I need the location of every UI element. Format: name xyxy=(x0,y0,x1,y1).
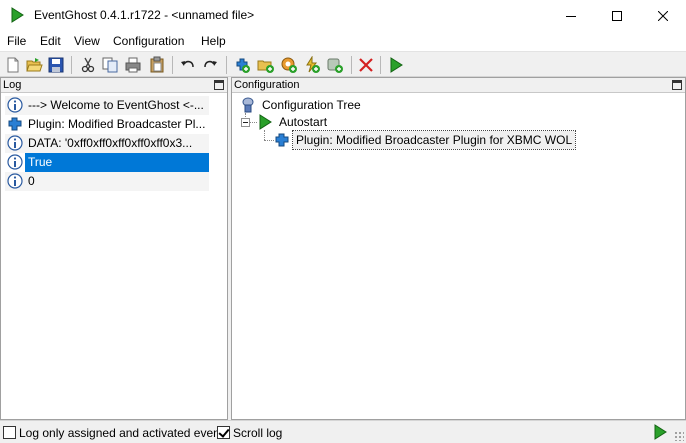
configuration-panel: Configuration Configuration Tree Autosta… xyxy=(231,77,686,420)
new-file-icon[interactable] xyxy=(4,56,22,74)
close-icon xyxy=(658,10,668,21)
maximize-button[interactable] xyxy=(594,0,640,31)
maximize-icon xyxy=(612,10,622,21)
log-panel-header: Log xyxy=(1,78,227,93)
menu-configuration[interactable]: Configuration xyxy=(113,34,184,48)
toolbar-separator xyxy=(71,56,72,74)
scroll-log-checkbox[interactable]: Scroll log xyxy=(217,425,282,440)
collapse-toggle-icon[interactable] xyxy=(241,118,250,127)
menu-file[interactable]: File xyxy=(7,34,26,48)
info-icon xyxy=(7,135,23,151)
add-plugin-icon[interactable] xyxy=(233,56,251,74)
toolbar xyxy=(0,51,686,77)
log-row-text: ---> Welcome to EventGhost <-... xyxy=(28,98,204,112)
log-only-assigned-checkbox[interactable]: Log only assigned and activated events xyxy=(3,425,229,440)
minimize-button[interactable] xyxy=(548,0,594,31)
add-macro-icon[interactable] xyxy=(280,56,298,74)
eventghost-app-icon xyxy=(11,7,24,23)
log-row[interactable]: 0 xyxy=(5,172,209,191)
undo-icon[interactable] xyxy=(179,56,197,74)
log-row-selected[interactable]: True xyxy=(5,153,209,172)
checkbox-label: Log only assigned and activated events xyxy=(19,425,230,440)
checkbox-label: Scroll log xyxy=(233,425,283,440)
checkbox-box[interactable] xyxy=(217,426,230,439)
tree-line xyxy=(264,140,274,141)
save-icon[interactable] xyxy=(47,56,65,74)
configuration-panel-header: Configuration xyxy=(232,78,685,93)
info-icon xyxy=(7,154,23,170)
cut-icon[interactable] xyxy=(79,56,97,74)
menu-view[interactable]: View xyxy=(74,34,100,48)
log-panel: Log ---> Welcome to EventGhost <-... Plu… xyxy=(0,77,228,420)
menu-bar: File Edit View Configuration Help xyxy=(0,31,686,51)
play-icon[interactable] xyxy=(652,424,668,440)
title-bar: EventGhost 0.4.1.r1722 - <unnamed file> xyxy=(0,0,686,31)
print-icon[interactable] xyxy=(124,56,142,74)
open-folder-icon[interactable] xyxy=(25,56,43,74)
add-folder-icon[interactable] xyxy=(257,56,275,74)
tree-line xyxy=(249,122,257,123)
info-icon xyxy=(7,97,23,113)
menu-edit[interactable]: Edit xyxy=(40,34,61,48)
checkbox-box[interactable] xyxy=(3,426,16,439)
tree-line xyxy=(264,130,265,140)
tree-node-label: Plugin: Modified Broadcaster Plugin for … xyxy=(291,130,577,150)
window-title: EventGhost 0.4.1.r1722 - <unnamed file> xyxy=(34,8,255,22)
add-event-icon[interactable] xyxy=(303,56,321,74)
toolbar-separator xyxy=(351,56,352,74)
delete-icon[interactable] xyxy=(357,56,375,74)
redo-icon[interactable] xyxy=(201,56,219,74)
status-bar: Log only assigned and activated events S… xyxy=(0,420,686,443)
toolbar-separator xyxy=(226,56,227,74)
copy-icon[interactable] xyxy=(101,56,119,74)
log-row-text: DATA: '0xff0xff0xff0xff0xff0x3... xyxy=(28,136,193,150)
log-row-text: Plugin: Modified Broadcaster Pl... xyxy=(28,117,206,131)
configuration-panel-title: Configuration xyxy=(234,79,300,91)
maximize-pane-icon[interactable] xyxy=(672,80,682,90)
toolbar-separator xyxy=(172,56,173,74)
add-action-icon[interactable] xyxy=(326,56,344,74)
maximize-pane-icon[interactable] xyxy=(214,80,224,90)
info-icon xyxy=(7,173,23,189)
paste-icon[interactable] xyxy=(148,56,166,74)
toolbar-separator xyxy=(380,56,381,74)
log-row[interactable]: ---> Welcome to EventGhost <-... xyxy=(5,96,209,115)
plugin-icon xyxy=(8,117,22,131)
tree-node-label: Autostart xyxy=(279,115,328,129)
configuration-tree-icon xyxy=(242,97,254,113)
resize-grip[interactable] xyxy=(674,431,684,441)
close-button[interactable] xyxy=(640,0,686,31)
tree-node-label: Configuration Tree xyxy=(262,98,361,112)
menu-help[interactable]: Help xyxy=(201,34,226,48)
log-row[interactable]: DATA: '0xff0xff0xff0xff0xff0x3... xyxy=(5,134,209,153)
log-row[interactable]: Plugin: Modified Broadcaster Pl... xyxy=(5,115,209,134)
log-row-text: True xyxy=(25,153,209,172)
log-panel-title: Log xyxy=(3,79,22,91)
minimize-icon xyxy=(566,15,576,17)
execute-icon[interactable] xyxy=(387,56,405,74)
log-row-text: 0 xyxy=(28,174,35,188)
autostart-icon xyxy=(259,114,272,130)
plugin-icon xyxy=(275,133,289,147)
